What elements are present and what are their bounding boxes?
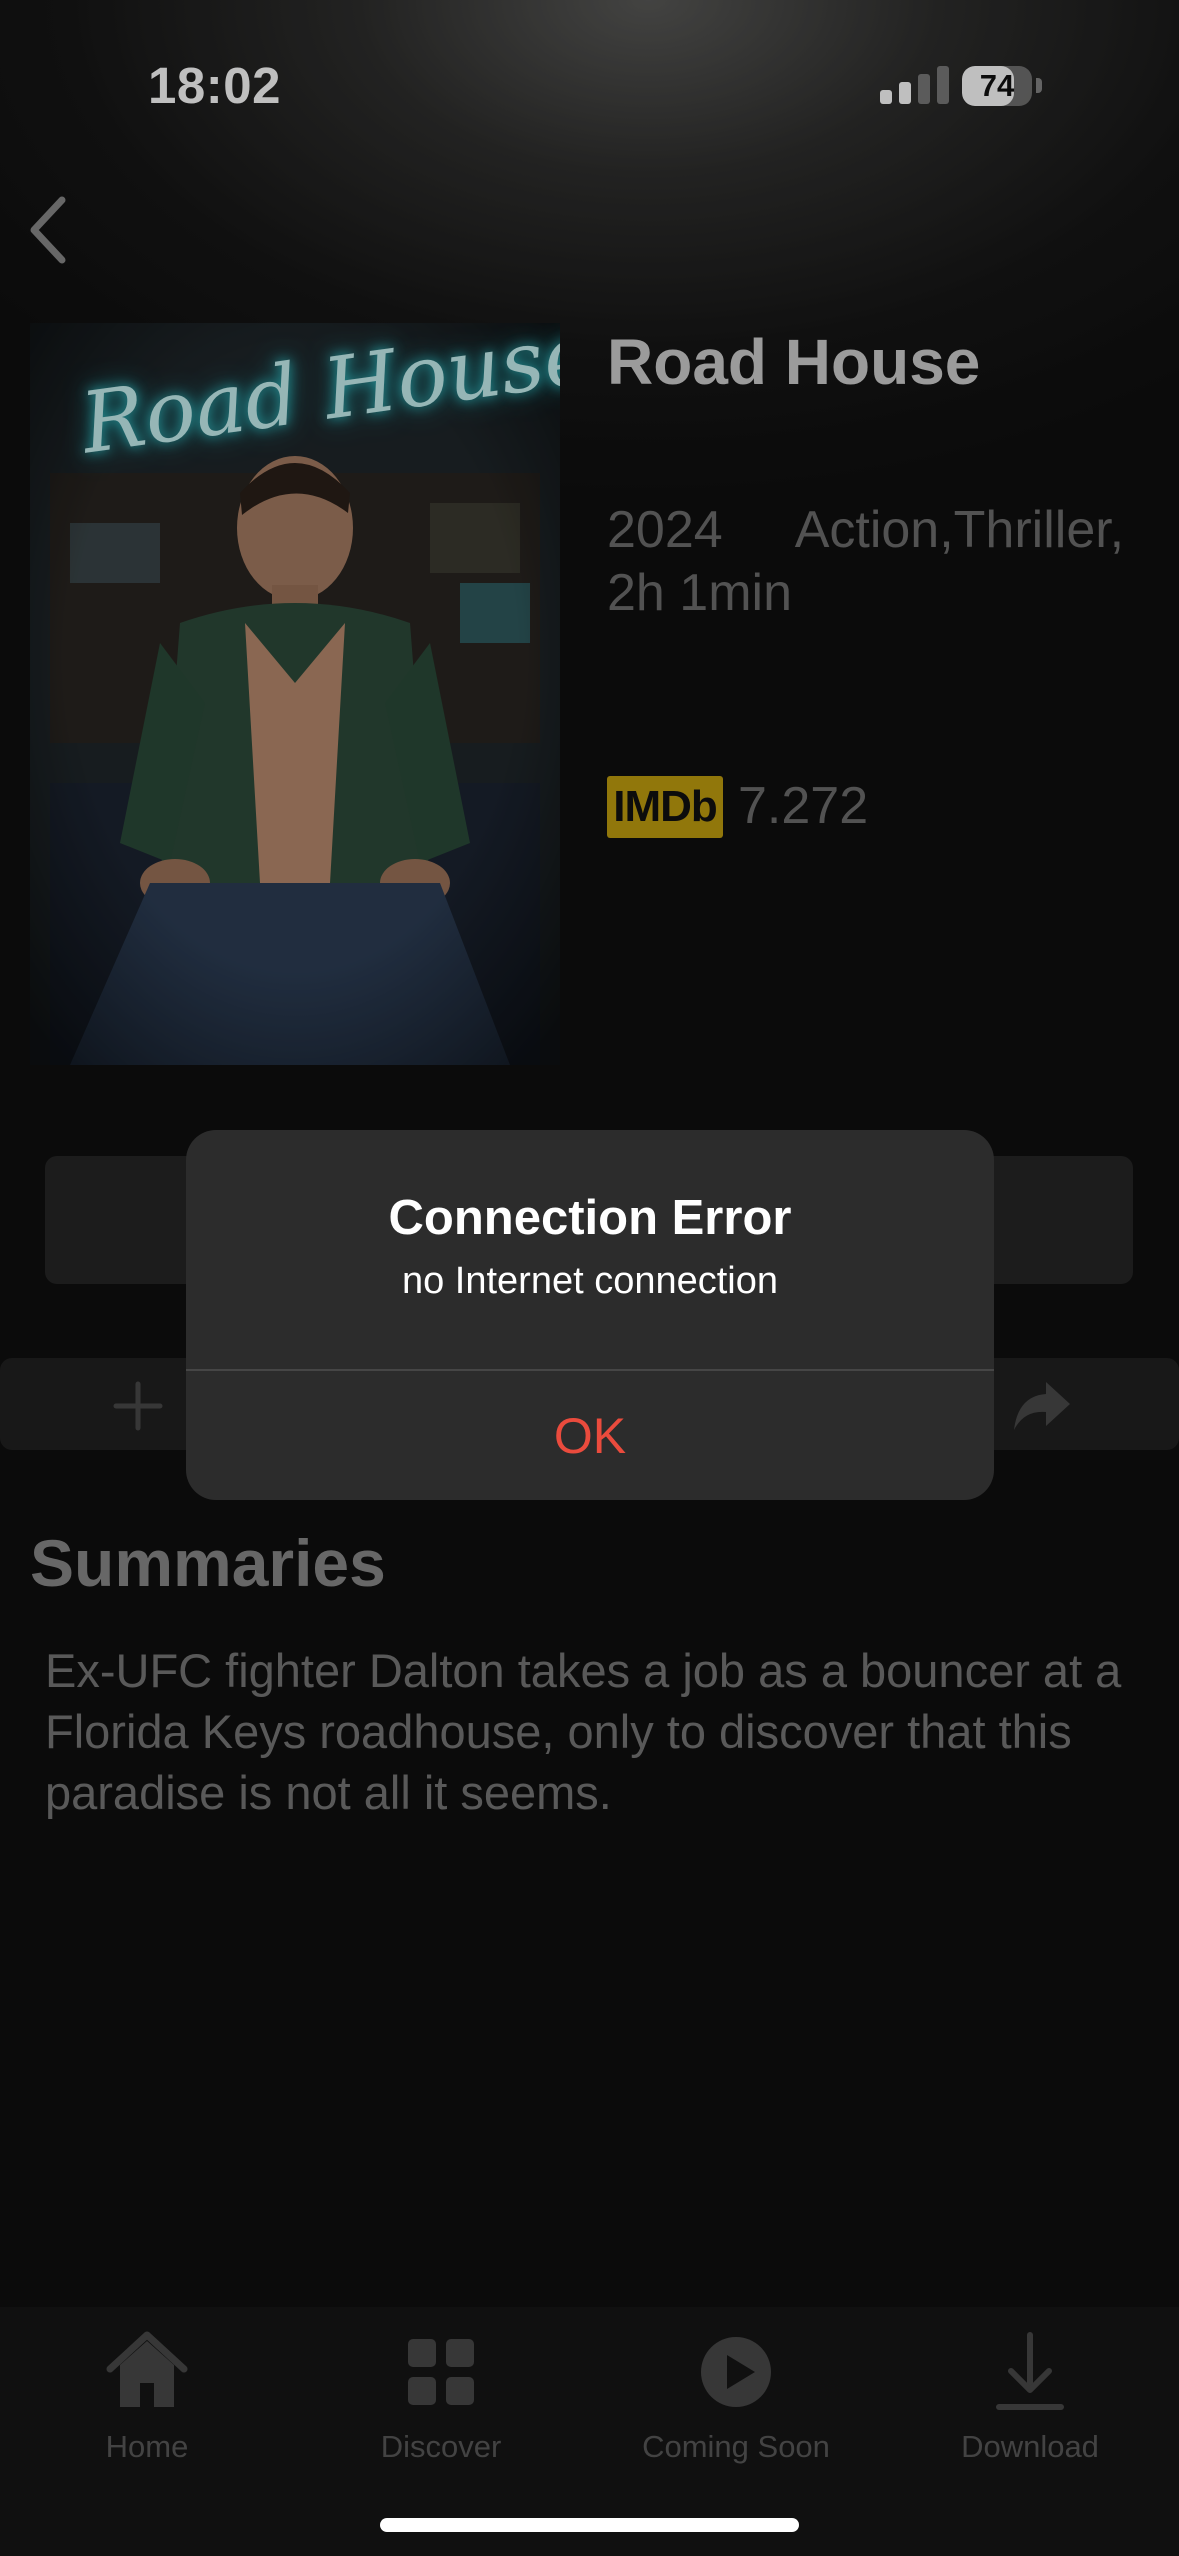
dialog-message: no Internet connection: [401, 1260, 779, 1302]
connection-error-dialog: Connection Error no Internet connection …: [186, 1130, 994, 1500]
ok-button[interactable]: OK: [186, 1371, 994, 1500]
dialog-title: Connection Error: [388, 1191, 792, 1245]
home-indicator: [380, 2518, 799, 2532]
